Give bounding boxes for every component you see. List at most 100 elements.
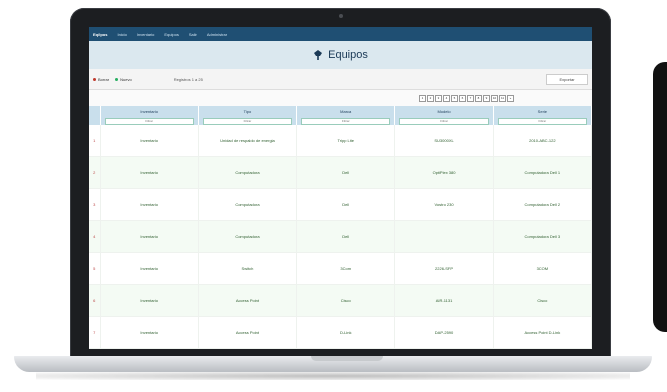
cell-tipo: Unidad de respaldo de energia: [198, 125, 298, 157]
table-row[interactable]: 1 Inventario Unidad de respaldo de energ…: [89, 125, 592, 157]
filter-input-serie[interactable]: Filtrar: [497, 117, 587, 125]
table-row[interactable]: 7 Inventario Access Point D-Link DAP-259…: [89, 316, 592, 349]
top-navigation: Eq/ipos Inicio Inventario Equipos Salir …: [89, 27, 592, 41]
page-button[interactable]: 5: [451, 94, 458, 102]
new-button[interactable]: Nuevo: [115, 77, 132, 82]
page-button[interactable]: 4: [443, 94, 450, 102]
cell-serie: 3COM: [493, 252, 592, 285]
camera-dot: [339, 14, 343, 18]
nav-item-administrar[interactable]: Administrar: [207, 32, 227, 37]
column-header-marca[interactable]: Marca: [296, 106, 396, 117]
page-button[interactable]: 7: [467, 94, 474, 102]
table-row[interactable]: 6 Inventario Access Point Cisco AIR-1131…: [89, 284, 592, 317]
delete-button[interactable]: Borrar: [93, 77, 109, 82]
page-button[interactable]: 2: [427, 94, 434, 102]
filter-cell: Filtrar: [198, 117, 298, 125]
filter-input-marca[interactable]: Filtrar: [301, 117, 391, 125]
cell-tipo: Access Point: [198, 316, 298, 349]
cell-marca: Dell: [296, 156, 396, 189]
row-number: 4: [89, 220, 101, 253]
laptop-shadow: [36, 372, 630, 380]
page-next-button[interactable]: »: [507, 94, 514, 102]
laptop-notch: [311, 356, 383, 361]
row-number: 2: [89, 156, 101, 189]
pagination: 1 2 3 4 5 6 7 8 9 10 11 »: [89, 90, 592, 106]
filter-gutter: [89, 117, 101, 125]
cell-inventario: Inventario: [100, 156, 199, 189]
column-header-serie[interactable]: Serie: [493, 106, 592, 117]
cell-serie: Computadora Dell 3: [493, 220, 592, 253]
cell-tipo: Computadora: [198, 156, 298, 189]
laptop-base: [14, 356, 652, 372]
cell-inventario: Inventario: [100, 220, 199, 253]
cell-marca: Dell: [296, 188, 396, 221]
table-row[interactable]: 2 Inventario Computadora Dell OptiPlex 3…: [89, 156, 592, 189]
cell-marca: D-Link: [296, 316, 396, 349]
table-row[interactable]: 3 Inventario Computadora Dell Vostro 230…: [89, 188, 592, 221]
cell-tipo: Computadora: [198, 188, 298, 221]
table-row[interactable]: 5 Inventario Switch 3Com 2226-SFP 3COM: [89, 252, 592, 285]
cell-modelo: 2226-SFP: [394, 252, 494, 285]
equipment-table: Inventario Tipo Marca Modelo Serie Filtr…: [89, 106, 592, 349]
page-title-bar: Equipos: [89, 41, 592, 69]
nav-item-inicio[interactable]: Inicio: [117, 32, 126, 37]
page-button[interactable]: 3: [435, 94, 442, 102]
export-button[interactable]: Exportar: [546, 74, 588, 85]
row-number: 3: [89, 188, 101, 221]
cell-serie: Computadora Dell 1: [493, 156, 592, 189]
nav-item-equipos[interactable]: Equipos: [164, 32, 178, 37]
cell-tipo: Access Point: [198, 284, 298, 317]
cell-serie: Cisco: [493, 284, 592, 317]
cell-marca: Cisco: [296, 284, 396, 317]
column-header-inventario[interactable]: Inventario: [100, 106, 199, 117]
cell-modelo: AIR-1131: [394, 284, 494, 317]
filter-cell: Filtrar: [100, 117, 199, 125]
row-number: 1: [89, 125, 101, 157]
app-brand[interactable]: Eq/ipos: [93, 32, 107, 37]
cell-modelo: [394, 220, 494, 253]
cell-marca: 3Com: [296, 252, 396, 285]
row-number: 6: [89, 284, 101, 317]
cell-serie: Computadora Dell 2: [493, 188, 592, 221]
equipment-icon: [314, 50, 323, 60]
actions-bar: Borrar Nuevo Registros 1 a 25 Exportar: [89, 69, 592, 90]
filter-input-tipo[interactable]: Filtrar: [202, 117, 293, 125]
cell-modelo: SU3000XL: [394, 125, 494, 157]
add-icon: [115, 77, 119, 81]
cell-tipo: Switch: [198, 252, 298, 285]
row-number-header: [89, 106, 101, 117]
page-button[interactable]: 6: [459, 94, 466, 102]
cell-marca: Tripp Lite: [296, 125, 396, 157]
delete-label: Borrar: [98, 76, 110, 82]
column-header-tipo[interactable]: Tipo: [198, 106, 298, 117]
new-label: Nuevo: [120, 76, 132, 82]
cell-inventario: Inventario: [100, 252, 199, 285]
filter-cell: Filtrar: [493, 117, 592, 125]
page-button[interactable]: 9: [483, 94, 490, 102]
column-header-modelo[interactable]: Modelo: [394, 106, 494, 117]
laptop-screen: Eq/ipos Inicio Inventario Equipos Salir …: [89, 27, 592, 349]
page-button[interactable]: 1: [419, 94, 426, 102]
page-title: Equipos: [328, 49, 368, 61]
records-info: Registros 1 a 25: [173, 76, 203, 82]
delete-icon: [93, 77, 96, 81]
cell-modelo: OptiPlex 380: [394, 156, 494, 189]
nav-item-salir[interactable]: Salir: [189, 32, 197, 37]
cell-serie: Access Point D-Link: [493, 316, 592, 349]
filter-input-modelo[interactable]: Filtrar: [399, 117, 489, 125]
cell-serie: 2010-ABC-122: [493, 125, 592, 157]
page-button[interactable]: 10: [491, 94, 498, 102]
cell-modelo: Vostro 230: [394, 188, 494, 221]
table-row[interactable]: 4 Inventario Computadora Dell Computador…: [89, 220, 592, 253]
page-button[interactable]: 8: [475, 94, 482, 102]
cell-inventario: Inventario: [100, 125, 199, 157]
filter-input-inventario[interactable]: Filtrar: [104, 117, 194, 125]
cell-marca: Dell: [296, 220, 396, 253]
cell-modelo: DAP-2590: [394, 316, 494, 349]
cell-inventario: Inventario: [100, 284, 199, 317]
filter-cell: Filtrar: [394, 117, 494, 125]
page-button[interactable]: 11: [499, 94, 506, 102]
nav-item-inventario[interactable]: Inventario: [137, 32, 155, 37]
cell-inventario: Inventario: [100, 188, 199, 221]
row-number: 7: [89, 316, 101, 349]
